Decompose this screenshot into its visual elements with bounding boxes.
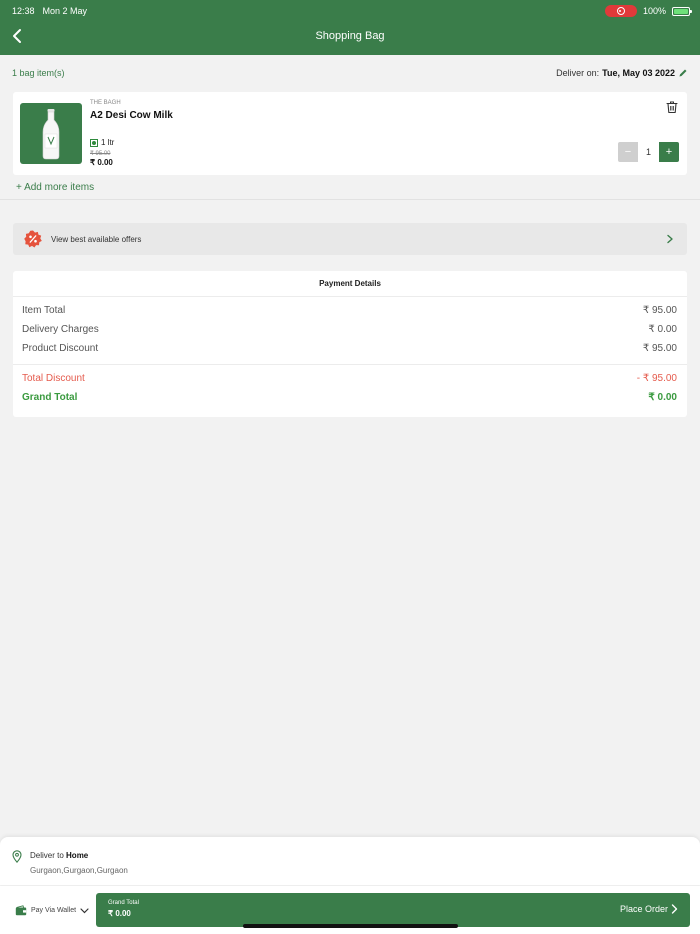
place-order-label-wrap: Place Order	[620, 904, 678, 914]
battery-icon	[672, 6, 692, 16]
status-bar: 12:38 Mon 2 May 100%	[12, 4, 692, 18]
page-title: Shopping Bag	[315, 30, 385, 42]
home-indicator	[243, 924, 458, 928]
grand-total-label: Grand Total	[22, 392, 78, 403]
bag-item-count: 1 bag item(s)	[12, 68, 65, 78]
location-pin-icon	[12, 850, 22, 863]
delivery-date[interactable]: Deliver on: Tue, May 03 2022	[556, 68, 688, 78]
payment-divider	[13, 364, 687, 365]
milk-bottle-icon	[42, 108, 60, 159]
wallet-icon	[15, 905, 27, 916]
product-name[interactable]: A2 Desi Cow Milk	[90, 110, 173, 121]
status-time: 12:38	[12, 6, 35, 16]
total-discount-label: Total Discount	[22, 373, 85, 384]
discount-badge-icon	[24, 230, 42, 248]
delivery-charges-label: Delivery Charges	[22, 324, 99, 335]
product-mrp: ₹ 95.00	[90, 151, 111, 157]
delivery-date-label: Deliver on:	[556, 68, 600, 78]
payment-details: Payment Details Item Total ₹ 95.00 Deliv…	[13, 271, 687, 417]
quantity-value: 1	[638, 142, 659, 162]
total-discount-row: Total Discount - ₹ 95.00	[22, 373, 677, 384]
footer-grand-total-label: Grand Total	[108, 900, 139, 906]
item-total-value: ₹ 95.00	[642, 305, 677, 316]
payment-details-heading: Payment Details	[13, 271, 687, 297]
delivery-date-value: Tue, May 03 2022	[602, 68, 675, 78]
offers-label: View best available offers	[51, 234, 142, 244]
footer-grand-total-value: ₹ 0.00	[108, 909, 131, 918]
status-date: Mon 2 May	[42, 6, 88, 16]
address-line: Gurgaon,Gurgaon,Gurgaon	[30, 866, 128, 875]
total-discount-value: - ₹ 95.00	[636, 373, 677, 384]
edit-pencil-icon[interactable]	[678, 68, 688, 78]
address-name: Home	[66, 851, 89, 860]
app-header: 12:38 Mon 2 May 100% Shopping Bag	[0, 0, 700, 55]
chevron-right-icon	[667, 234, 673, 244]
delivery-address[interactable]: Deliver to Home Gurgaon,Gurgaon,Gurgaon	[0, 837, 700, 885]
veg-indicator-icon	[90, 138, 98, 147]
cart-item: THE BAGH A2 Desi Cow Milk 1 ltr ₹ 95.00 …	[13, 92, 687, 175]
product-variant: 1 ltr	[90, 138, 114, 147]
bag-summary: 1 bag item(s) Deliver on: Tue, May 03 20…	[12, 66, 688, 80]
delete-icon[interactable]	[665, 100, 679, 114]
product-discount-label: Product Discount	[22, 343, 99, 354]
place-order-label: Place Order	[619, 904, 668, 914]
item-total-row: Item Total ₹ 95.00	[22, 305, 677, 316]
product-image	[20, 103, 82, 164]
chevron-right-icon	[671, 904, 678, 914]
delivery-charges-value: ₹ 0.00	[648, 324, 677, 335]
place-order-button[interactable]: Grand Total ₹ 0.00 Place Order	[96, 893, 690, 927]
chevron-down-icon	[80, 907, 89, 913]
screen-recording-icon	[604, 5, 637, 17]
item-total-label: Item Total	[22, 305, 66, 316]
offers-banner[interactable]: View best available offers	[13, 223, 687, 255]
product-brand: THE BAGH	[90, 100, 121, 106]
add-more-items-link[interactable]: + Add more items	[16, 182, 94, 193]
grand-total-value: ₹ 0.00	[648, 392, 677, 403]
deliver-to-prefix: Deliver to	[30, 851, 64, 860]
increase-quantity-button[interactable]: +	[659, 142, 679, 162]
quantity-stepper: − 1 +	[618, 142, 679, 162]
product-price: ₹ 0.00	[90, 158, 113, 167]
product-discount-row: Product Discount ₹ 95.00	[22, 343, 677, 354]
delivery-charges-row: Delivery Charges ₹ 0.00	[22, 324, 677, 335]
product-discount-value: ₹ 95.00	[642, 343, 677, 354]
grand-total-row: Grand Total ₹ 0.00	[22, 392, 677, 403]
battery-percent: 100%	[642, 6, 666, 16]
deliver-to-line: Deliver to Home	[30, 851, 88, 860]
wallet-label: Pay Via Wallet	[31, 907, 77, 914]
decrease-quantity-button[interactable]: −	[618, 142, 638, 162]
pay-via-wallet-dropdown[interactable]: Pay Via Wallet	[15, 905, 89, 916]
variant-label: 1 ltr	[101, 138, 115, 147]
section-divider	[0, 199, 700, 200]
